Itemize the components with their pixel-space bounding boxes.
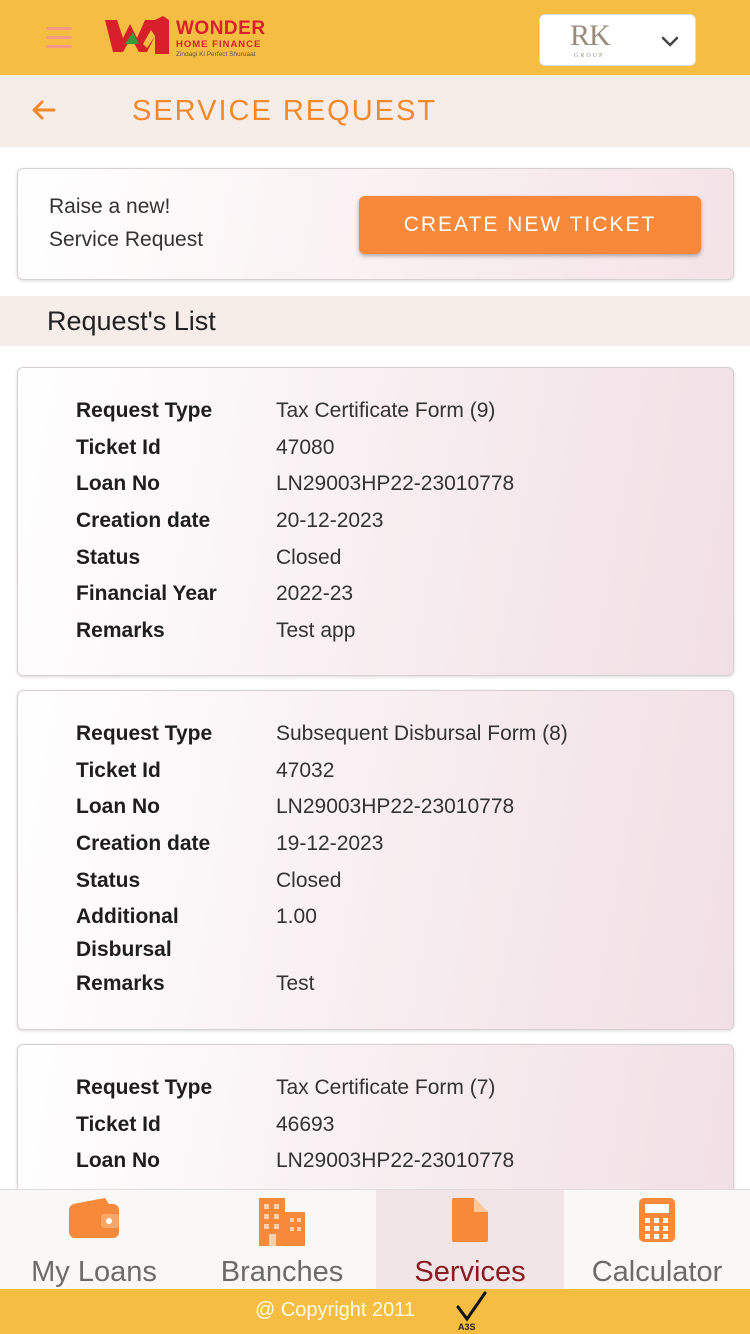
field-label: Request Type [76,399,213,422]
request-card[interactable]: Request Type Tax Certificate Form (9) Ti… [17,367,734,676]
field-label: Ticket Id [76,436,161,459]
back-arrow-icon[interactable] [30,97,56,123]
request-list-title: Request's List [47,306,216,336]
field-label: Ticket Id [76,759,161,782]
raise-request-card: Raise a new! Service Request CREATE NEW … [17,168,734,280]
calculator-icon [639,1198,675,1242]
logo-brand-name: WONDER [176,18,266,39]
nav-services[interactable]: Services [376,1190,564,1290]
rk-group-logo-sub: GROUP [574,53,605,59]
field-value: 47080 [276,436,335,459]
field-label: Loan No [76,795,160,818]
field-value: Test [276,972,315,995]
field-label: Loan No [76,472,160,495]
page-title: SERVICE REQUEST [132,95,438,127]
field-label: Creation date [76,509,211,532]
field-label: Status [76,546,141,569]
copyright-text: @ Copyright 2011 [255,1299,416,1321]
raise-text-line2: Service Request [49,228,204,251]
wonder-logo: WONDER HOME FINANCE Zindagi Ki Perfect S… [103,14,293,60]
document-icon [452,1198,488,1242]
field-value: 1.00 [276,905,317,928]
rk-group-logo: RK [570,19,611,52]
bottom-navigation: My Loans Branches Services Calculator [0,1189,750,1290]
field-value: LN29003HP22-23010778 [276,472,515,495]
group-selector[interactable]: RK GROUP [539,14,696,66]
nav-label: Calculator [591,1256,723,1288]
logo-tagline: Zindagi Ki Perfect Shuruaat [176,50,256,58]
field-value: LN29003HP22-23010778 [276,1149,515,1172]
nav-my-loans[interactable]: My Loans [0,1190,188,1290]
nav-label: Branches [220,1256,344,1288]
raise-text-line1: Raise a new! [49,195,171,218]
nav-branches[interactable]: Branches [188,1190,376,1290]
field-label: Additional Disbursal [76,905,179,961]
a3s-badge: A3S [458,1322,476,1332]
field-value: 47032 [276,759,335,782]
building-icon [259,1198,305,1246]
field-value: LN29003HP22-23010778 [276,795,515,818]
field-value: Tax Certificate Form (9) [276,399,496,422]
field-value: Closed [276,546,342,569]
wallet-icon [69,1198,119,1238]
request-card[interactable]: Request Type Subsequent Disbursal Form (… [17,690,734,1030]
wonder-logo-mark [105,16,169,54]
field-value: Subsequent Disbursal Form (8) [276,722,568,745]
field-label: Remarks [76,619,165,642]
footer: @ Copyright 2011 A3S [0,1289,750,1334]
chevron-down-icon [661,36,679,47]
field-label: Remarks [76,972,165,995]
create-new-ticket-button[interactable]: CREATE NEW TICKET [359,196,701,254]
field-label: Ticket Id [76,1113,161,1136]
nav-label: Services [414,1256,526,1288]
field-value: 20-12-2023 [276,509,384,532]
field-value: 2022-23 [276,582,354,605]
field-value: 46693 [276,1113,335,1136]
field-label: Request Type [76,1076,213,1099]
checkmark-icon [456,1291,487,1322]
logo-sub-name: HOME FINANCE [176,39,262,50]
app-header: WONDER HOME FINANCE Zindagi Ki Perfect S… [0,0,750,75]
nav-calculator[interactable]: Calculator [564,1190,750,1290]
request-list-header: Request's List [0,296,750,346]
field-value: Test app [276,619,356,642]
field-value: Closed [276,869,342,892]
page-title-bar: SERVICE REQUEST [0,75,750,147]
field-label: Financial Year [76,582,217,605]
field-value: Tax Certificate Form (7) [276,1076,496,1099]
menu-icon[interactable] [46,27,72,49]
nav-label: My Loans [31,1256,157,1288]
field-label: Loan No [76,1149,160,1172]
field-value: 19-12-2023 [276,832,384,855]
field-label: Creation date [76,832,211,855]
field-label: Request Type [76,722,213,745]
field-label: Status [76,869,141,892]
